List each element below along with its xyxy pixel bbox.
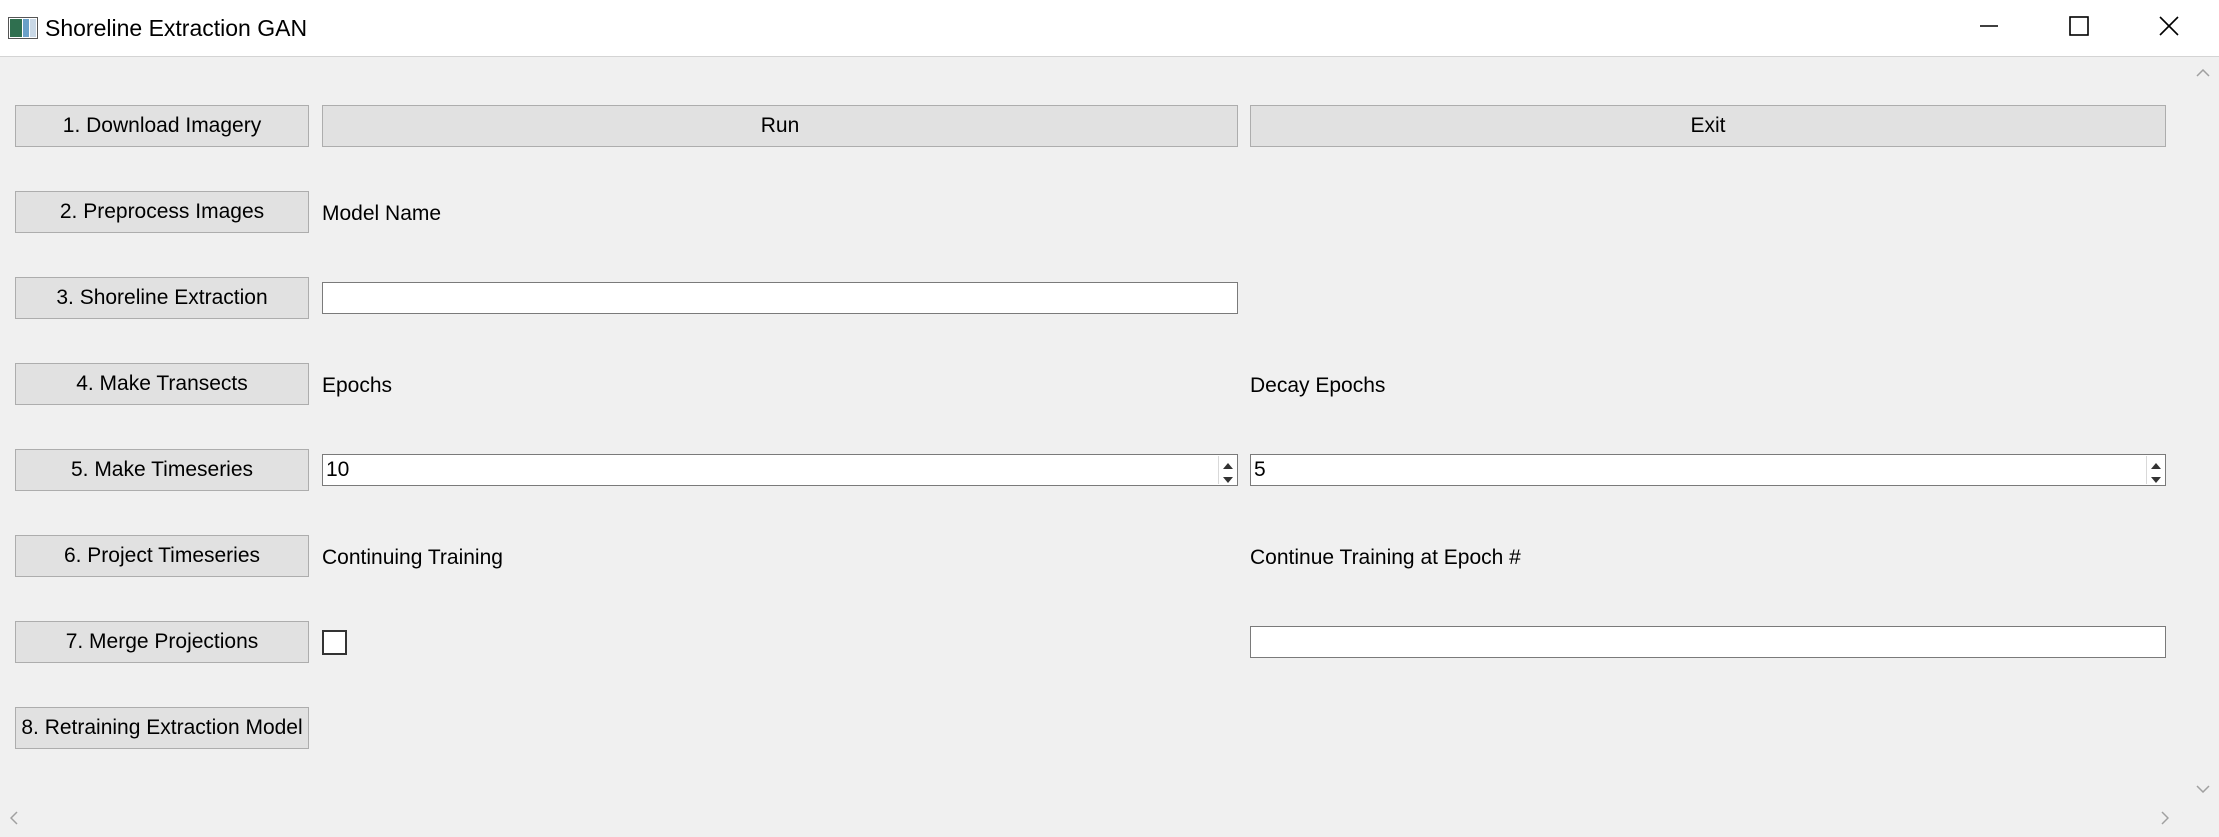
window-title: Shoreline Extraction GAN — [45, 15, 308, 41]
title-bar: Shoreline Extraction GAN — [0, 0, 2219, 57]
retraining-extraction-model-button[interactable]: 8. Retraining Extraction Model — [15, 707, 309, 749]
decay-epochs-spinbox[interactable]: 5 — [1250, 454, 2166, 486]
epochs-label: Epochs — [322, 374, 393, 397]
scroll-up-button[interactable] — [2187, 58, 2219, 88]
project-timeseries-button[interactable]: 6. Project Timeseries — [15, 535, 309, 577]
merge-projections-button[interactable]: 7. Merge Projections — [15, 621, 309, 663]
scroll-right-button[interactable] — [2151, 804, 2179, 837]
exit-button[interactable]: Exit — [1250, 105, 2166, 147]
chevron-up-icon — [2196, 64, 2210, 82]
close-button[interactable] — [2124, 0, 2214, 57]
download-imagery-button[interactable]: 1. Download Imagery — [15, 105, 309, 147]
epochs-spinbox[interactable]: 10 — [322, 454, 1238, 486]
continuing-training-label: Continuing Training — [322, 546, 503, 569]
horizontal-scrollbar[interactable] — [0, 804, 2187, 837]
scroll-down-button[interactable] — [2187, 774, 2219, 804]
continue-epoch-input[interactable] — [1250, 626, 2166, 658]
make-timeseries-button[interactable]: 5. Make Timeseries — [15, 449, 309, 491]
minimize-icon — [1978, 15, 2000, 42]
chevron-right-icon — [2161, 811, 2170, 830]
epochs-value: 10 — [326, 458, 350, 481]
decay-epochs-decrement-button[interactable] — [2147, 470, 2164, 484]
app-window-icon — [8, 17, 38, 39]
decay-epochs-label: Decay Epochs — [1250, 374, 1386, 397]
vertical-scrollbar[interactable] — [2187, 58, 2219, 804]
epochs-spin-arrows — [1218, 456, 1236, 484]
chevron-down-icon — [2196, 780, 2210, 798]
make-transects-button[interactable]: 4. Make Transects — [15, 363, 309, 405]
epochs-decrement-button[interactable] — [1219, 470, 1236, 484]
spin-down-arrow-icon — [2150, 462, 2161, 492]
spin-down-arrow-icon — [1222, 462, 1233, 492]
scroll-left-button[interactable] — [0, 804, 28, 837]
decay-epochs-spin-arrows — [2146, 456, 2164, 484]
scrollbar-corner — [2187, 804, 2219, 837]
continue-epoch-label: Continue Training at Epoch # — [1250, 546, 1521, 569]
maximize-icon — [2068, 15, 2090, 42]
run-button[interactable]: Run — [322, 105, 1238, 147]
maximize-button[interactable] — [2034, 0, 2124, 57]
shoreline-extraction-button[interactable]: 3. Shoreline Extraction — [15, 277, 309, 319]
close-icon — [2158, 15, 2180, 42]
main-content: 1. Download Imagery 2. Preprocess Images… — [0, 58, 2219, 837]
decay-epochs-value: 5 — [1254, 458, 1266, 481]
model-name-label: Model Name — [322, 202, 442, 225]
minimize-button[interactable] — [1944, 0, 2034, 57]
preprocess-images-button[interactable]: 2. Preprocess Images — [15, 191, 309, 233]
continuing-training-checkbox[interactable] — [322, 630, 347, 655]
model-name-input[interactable] — [322, 282, 1238, 314]
chevron-left-icon — [9, 811, 18, 830]
